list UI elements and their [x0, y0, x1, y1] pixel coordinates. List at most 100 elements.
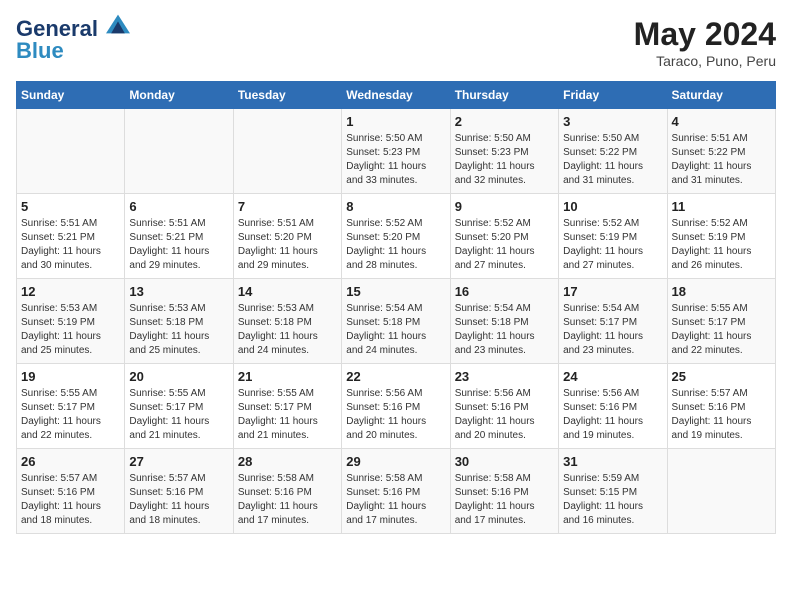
calendar-cell: 10 Sunrise: 5:52 AM Sunset: 5:19 PM Dayli… [559, 194, 667, 279]
calendar-cell: 6 Sunrise: 5:51 AM Sunset: 5:21 PM Daylig… [125, 194, 233, 279]
weekday-header: Thursday [450, 82, 558, 109]
logo-icon [106, 14, 130, 34]
calendar-cell: 8 Sunrise: 5:52 AM Sunset: 5:20 PM Daylig… [342, 194, 450, 279]
cell-info: Sunrise: 5:57 AM Sunset: 5:16 PM Dayligh… [129, 472, 228, 528]
day-number: 13 [129, 284, 228, 299]
calendar-cell: 1 Sunrise: 5:50 AM Sunset: 5:23 PM Daylig… [342, 109, 450, 194]
day-number: 11 [672, 199, 771, 214]
calendar-cell: 14 Sunrise: 5:53 AM Sunset: 5:18 PM Dayli… [233, 279, 341, 364]
logo-text: General [16, 16, 130, 40]
cell-info: Sunrise: 5:58 AM Sunset: 5:16 PM Dayligh… [346, 472, 445, 528]
cell-info: Sunrise: 5:52 AM Sunset: 5:19 PM Dayligh… [672, 217, 771, 273]
cell-info: Sunrise: 5:56 AM Sunset: 5:16 PM Dayligh… [346, 387, 445, 443]
day-number: 9 [455, 199, 554, 214]
page-header: General Blue May 2024 Taraco, Puno, Peru [16, 16, 776, 69]
cell-info: Sunrise: 5:51 AM Sunset: 5:21 PM Dayligh… [129, 217, 228, 273]
calendar-cell: 30 Sunrise: 5:58 AM Sunset: 5:16 PM Dayli… [450, 449, 558, 534]
day-number: 6 [129, 199, 228, 214]
calendar-title: May 2024 [634, 16, 776, 53]
weekday-header: Wednesday [342, 82, 450, 109]
day-number: 31 [563, 454, 662, 469]
cell-info: Sunrise: 5:58 AM Sunset: 5:16 PM Dayligh… [455, 472, 554, 528]
day-number: 27 [129, 454, 228, 469]
calendar-cell: 13 Sunrise: 5:53 AM Sunset: 5:18 PM Dayli… [125, 279, 233, 364]
day-number: 15 [346, 284, 445, 299]
calendar-cell: 12 Sunrise: 5:53 AM Sunset: 5:19 PM Dayli… [17, 279, 125, 364]
calendar-table: SundayMondayTuesdayWednesdayThursdayFrid… [16, 81, 776, 534]
cell-info: Sunrise: 5:52 AM Sunset: 5:20 PM Dayligh… [346, 217, 445, 273]
day-number: 16 [455, 284, 554, 299]
day-number: 19 [21, 369, 120, 384]
day-number: 18 [672, 284, 771, 299]
day-number: 12 [21, 284, 120, 299]
day-number: 10 [563, 199, 662, 214]
day-number: 8 [346, 199, 445, 214]
calendar-cell: 29 Sunrise: 5:58 AM Sunset: 5:16 PM Dayli… [342, 449, 450, 534]
cell-info: Sunrise: 5:58 AM Sunset: 5:16 PM Dayligh… [238, 472, 337, 528]
logo-blue: Blue [16, 40, 130, 62]
calendar-cell: 28 Sunrise: 5:58 AM Sunset: 5:16 PM Dayli… [233, 449, 341, 534]
cell-info: Sunrise: 5:57 AM Sunset: 5:16 PM Dayligh… [672, 387, 771, 443]
calendar-cell [125, 109, 233, 194]
cell-info: Sunrise: 5:54 AM Sunset: 5:18 PM Dayligh… [346, 302, 445, 358]
calendar-cell: 7 Sunrise: 5:51 AM Sunset: 5:20 PM Daylig… [233, 194, 341, 279]
cell-info: Sunrise: 5:51 AM Sunset: 5:20 PM Dayligh… [238, 217, 337, 273]
weekday-header: Tuesday [233, 82, 341, 109]
calendar-cell: 15 Sunrise: 5:54 AM Sunset: 5:18 PM Dayli… [342, 279, 450, 364]
cell-info: Sunrise: 5:55 AM Sunset: 5:17 PM Dayligh… [21, 387, 120, 443]
day-number: 29 [346, 454, 445, 469]
day-number: 30 [455, 454, 554, 469]
calendar-cell [233, 109, 341, 194]
calendar-cell: 9 Sunrise: 5:52 AM Sunset: 5:20 PM Daylig… [450, 194, 558, 279]
calendar-cell [667, 449, 775, 534]
day-number: 4 [672, 114, 771, 129]
day-number: 25 [672, 369, 771, 384]
day-number: 28 [238, 454, 337, 469]
cell-info: Sunrise: 5:50 AM Sunset: 5:23 PM Dayligh… [346, 132, 445, 188]
calendar-cell: 27 Sunrise: 5:57 AM Sunset: 5:16 PM Dayli… [125, 449, 233, 534]
weekday-header: Friday [559, 82, 667, 109]
calendar-cell: 20 Sunrise: 5:55 AM Sunset: 5:17 PM Dayli… [125, 364, 233, 449]
cell-info: Sunrise: 5:52 AM Sunset: 5:20 PM Dayligh… [455, 217, 554, 273]
day-number: 22 [346, 369, 445, 384]
weekday-header: Sunday [17, 82, 125, 109]
cell-info: Sunrise: 5:55 AM Sunset: 5:17 PM Dayligh… [129, 387, 228, 443]
day-number: 24 [563, 369, 662, 384]
cell-info: Sunrise: 5:53 AM Sunset: 5:18 PM Dayligh… [129, 302, 228, 358]
cell-info: Sunrise: 5:56 AM Sunset: 5:16 PM Dayligh… [455, 387, 554, 443]
day-number: 26 [21, 454, 120, 469]
cell-info: Sunrise: 5:51 AM Sunset: 5:22 PM Dayligh… [672, 132, 771, 188]
cell-info: Sunrise: 5:52 AM Sunset: 5:19 PM Dayligh… [563, 217, 662, 273]
cell-info: Sunrise: 5:55 AM Sunset: 5:17 PM Dayligh… [672, 302, 771, 358]
cell-info: Sunrise: 5:55 AM Sunset: 5:17 PM Dayligh… [238, 387, 337, 443]
calendar-cell: 11 Sunrise: 5:52 AM Sunset: 5:19 PM Dayli… [667, 194, 775, 279]
cell-info: Sunrise: 5:51 AM Sunset: 5:21 PM Dayligh… [21, 217, 120, 273]
calendar-cell: 22 Sunrise: 5:56 AM Sunset: 5:16 PM Dayli… [342, 364, 450, 449]
cell-info: Sunrise: 5:53 AM Sunset: 5:18 PM Dayligh… [238, 302, 337, 358]
day-number: 1 [346, 114, 445, 129]
cell-info: Sunrise: 5:59 AM Sunset: 5:15 PM Dayligh… [563, 472, 662, 528]
calendar-subtitle: Taraco, Puno, Peru [634, 53, 776, 69]
calendar-cell: 26Sunrise: 5:57 AM Sunset: 5:16 PM Dayli… [17, 449, 125, 534]
calendar-week-row: 26 Sunrise: 5:57 AM Sunset: 5:16 PM Dayli… [17, 449, 776, 534]
day-number: 21 [238, 369, 337, 384]
calendar-week-row: 5 Sunrise: 5:51 AM Sunset: 5:21 PM Daylig… [17, 194, 776, 279]
day-number: 14 [238, 284, 337, 299]
calendar-cell: 17Sunrise: 5:54 AM Sunset: 5:17 PM Dayli… [559, 279, 667, 364]
day-number: 5 [21, 199, 120, 214]
calendar-cell: 3Sunrise: 5:50 AM Sunset: 5:22 PM Daylig… [559, 109, 667, 194]
day-number: 20 [129, 369, 228, 384]
calendar-week-row: 1 Sunrise: 5:50 AM Sunset: 5:23 PM Daylig… [17, 109, 776, 194]
cell-info: Sunrise: 5:50 AM Sunset: 5:23 PM Dayligh… [455, 132, 554, 188]
calendar-cell: 31 Sunrise: 5:59 AM Sunset: 5:15 PM Dayli… [559, 449, 667, 534]
weekday-header: Monday [125, 82, 233, 109]
calendar-cell: 24 Sunrise: 5:56 AM Sunset: 5:16 PM Dayli… [559, 364, 667, 449]
calendar-cell: 2Sunrise: 5:50 AM Sunset: 5:23 PM Daylig… [450, 109, 558, 194]
cell-info: Sunrise: 5:53 AM Sunset: 5:19 PM Dayligh… [21, 302, 120, 358]
weekday-header-row: SundayMondayTuesdayWednesdayThursdayFrid… [17, 82, 776, 109]
calendar-week-row: 12 Sunrise: 5:53 AM Sunset: 5:19 PM Dayli… [17, 279, 776, 364]
day-number: 7 [238, 199, 337, 214]
logo: General Blue [16, 16, 130, 62]
weekday-header: Saturday [667, 82, 775, 109]
cell-info: Sunrise: 5:56 AM Sunset: 5:16 PM Dayligh… [563, 387, 662, 443]
